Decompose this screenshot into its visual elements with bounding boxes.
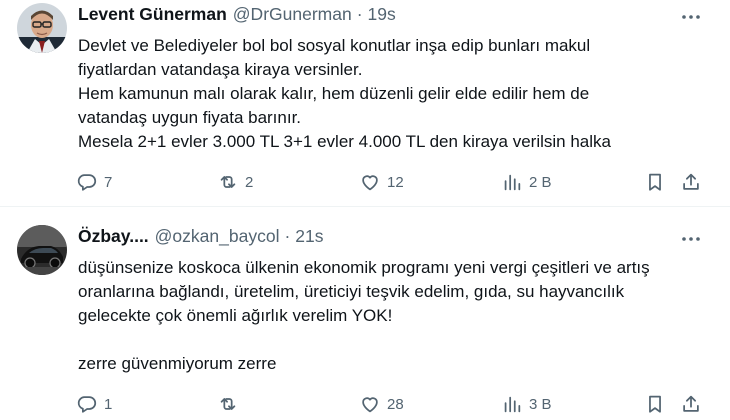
tweet-text-line: Hem kamunun malı olarak kalır, hem düzen… — [78, 84, 590, 103]
author-handle[interactable]: @ozkan_baycol — [155, 226, 280, 247]
views-icon — [504, 174, 521, 191]
views-count: 2 B — [529, 173, 552, 191]
separator-dot: · — [356, 4, 363, 24]
like-count: 28 — [387, 395, 404, 413]
reply-count: 7 — [104, 173, 113, 191]
share-button[interactable] — [680, 170, 702, 194]
tweet-text-line: fiyatlardan vatandaşa kiraya versinler. — [78, 60, 363, 79]
retweet-button[interactable]: 2 — [217, 170, 253, 194]
more-icon[interactable] — [678, 229, 704, 249]
like-count: 12 — [387, 173, 404, 191]
timestamp[interactable]: 19s — [368, 4, 396, 25]
tweet-text-line: zerre güvenmiyorum zerre — [78, 354, 277, 373]
tweet[interactable]: Levent Günerman @DrGunerman · 19s Devlet… — [0, 0, 730, 207]
tweet-text: düşünsenize koskoca ülkenin ekonomik pro… — [78, 256, 718, 376]
bookmark-icon — [649, 395, 661, 413]
share-icon — [683, 173, 699, 190]
tweet-text-line: gelecekte çok önemli ağırlık verelim YOK… — [78, 306, 393, 325]
reply-button[interactable]: 1 — [76, 392, 112, 416]
tweet-text-line: Mesela 2+1 evler 3.000 TL 3+1 evler 4.00… — [78, 132, 611, 151]
retweet-icon — [220, 398, 236, 410]
author-handle[interactable]: @DrGunerman — [233, 4, 352, 25]
bookmark-button[interactable] — [644, 170, 666, 194]
retweet-count: 2 — [245, 173, 254, 191]
share-button[interactable] — [680, 392, 702, 416]
bookmark-button[interactable] — [644, 392, 666, 416]
views-button[interactable]: 3 B — [501, 392, 552, 416]
views-icon — [504, 396, 521, 413]
like-button[interactable]: 28 — [359, 392, 404, 416]
retweet-icon — [220, 176, 236, 188]
author-name[interactable]: Levent Günerman — [78, 4, 227, 25]
bookmark-icon — [649, 173, 661, 191]
tweet-header: Levent Günerman @DrGunerman · 19s — [78, 4, 396, 25]
views-button[interactable]: 2 B — [501, 170, 552, 194]
author-name[interactable]: Özbay.... — [78, 226, 149, 247]
retweet-button[interactable] — [217, 392, 245, 416]
like-button[interactable]: 12 — [359, 170, 404, 194]
avatar[interactable] — [17, 3, 67, 53]
separator-dot: · — [284, 226, 291, 246]
views-count: 3 B — [529, 395, 552, 413]
tweet-text: Devlet ve Belediyeler bol bol sosyal kon… — [78, 34, 718, 154]
heart-icon — [362, 397, 378, 413]
avatar[interactable] — [17, 225, 67, 275]
reply-button[interactable]: 7 — [76, 170, 112, 194]
share-icon — [683, 395, 699, 412]
tweet-text-line: düşünsenize koskoca ülkenin ekonomik pro… — [78, 258, 650, 277]
tweet-text-line: oranlarına bağlandı, üretelim, üreticiyi… — [78, 282, 625, 301]
tweet-text-line: vatandaş uygun fiyata barınır. — [78, 108, 302, 127]
action-bar: 1 28 3 B — [76, 392, 706, 416]
more-icon[interactable] — [678, 7, 704, 27]
tweet[interactable]: Özbay.... @ozkan_baycol · 21s düşünseniz… — [0, 208, 730, 420]
reply-count: 1 — [104, 395, 113, 413]
heart-icon — [362, 175, 378, 191]
tweet-header: Özbay.... @ozkan_baycol · 21s — [78, 226, 324, 247]
action-bar: 7 2 12 2 B — [76, 170, 706, 194]
timestamp[interactable]: 21s — [295, 226, 323, 247]
tweet-text-line: Devlet ve Belediyeler bol bol sosyal kon… — [78, 36, 591, 55]
reply-icon — [77, 174, 97, 191]
reply-icon — [77, 396, 97, 413]
